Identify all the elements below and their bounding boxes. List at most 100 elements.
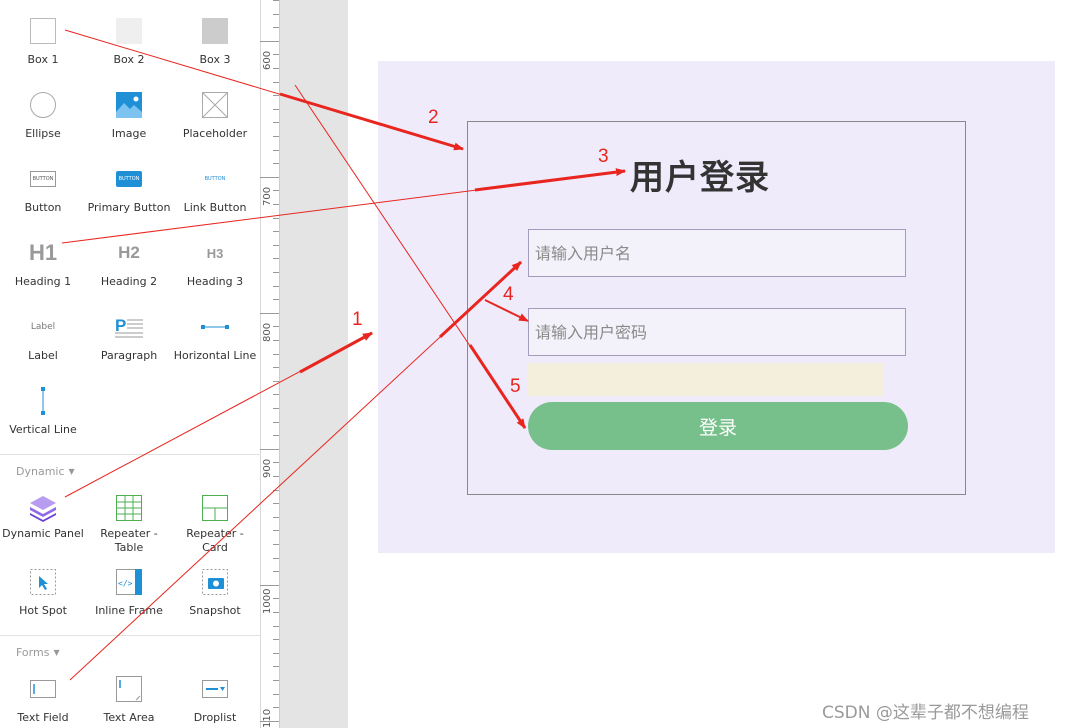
widget-label: Box 1 <box>27 53 59 66</box>
svg-text:P: P <box>115 316 126 335</box>
ruler-tick <box>273 571 279 573</box>
annotation-number-5: 5 <box>510 376 521 397</box>
widget-text-field[interactable]: Text Field <box>0 673 86 725</box>
widget-label: Horizontal Line <box>173 349 257 362</box>
widget-heading2[interactable]: H2 Heading 2 <box>86 237 172 289</box>
widget-heading1[interactable]: H1 Heading 1 <box>0 237 86 289</box>
ruler-tick <box>273 353 279 355</box>
ruler-tick <box>273 408 279 409</box>
watermark: CSDN @这辈子都不想编程 <box>822 703 1029 723</box>
section-dynamic-label: Dynamic <box>16 465 65 478</box>
password-input[interactable] <box>528 308 906 356</box>
widget-heading3[interactable]: H3 Heading 3 <box>172 237 258 289</box>
label-thumb: Label <box>30 322 56 332</box>
widget-label: Box 3 <box>199 53 231 66</box>
widget-label: Snapshot <box>189 604 241 617</box>
ruler-mark: 110 <box>262 708 273 728</box>
ruler-tick <box>273 136 279 137</box>
widget-label: Link Button <box>183 201 247 214</box>
widget-snapshot[interactable]: Snapshot <box>172 566 258 618</box>
widget-box3[interactable]: Box 3 <box>172 15 258 67</box>
login-title: 用户登录 <box>630 158 770 198</box>
ruler-tick <box>273 557 279 559</box>
ruler-tick <box>273 707 279 709</box>
widget-label: Dynamic Panel <box>2 527 84 540</box>
ruler-tick <box>273 272 279 273</box>
widget-ellipse[interactable]: Ellipse <box>0 89 86 141</box>
section-forms[interactable]: Forms ▼ <box>16 646 60 659</box>
ruler-tick <box>273 190 279 192</box>
widget-button[interactable]: BUTTON Button <box>0 163 86 215</box>
widget-dynamic-panel[interactable]: Dynamic Panel <box>0 492 86 541</box>
widget-placeholder[interactable]: Placeholder <box>172 89 258 141</box>
ruler-tick <box>273 68 279 69</box>
username-input[interactable] <box>528 229 906 277</box>
widget-vertical-line[interactable]: Vertical Line <box>0 385 86 437</box>
widget-repeater-card[interactable]: Repeater - Card <box>172 492 258 555</box>
ruler-tick <box>273 530 279 532</box>
box3-icon <box>202 18 228 44</box>
placeholder-icon <box>202 92 228 118</box>
vertical-ruler: 600 700 800 900 1000 110 <box>260 0 280 728</box>
widget-label: Ellipse <box>25 127 61 140</box>
ruler-tick <box>273 285 279 287</box>
primary-button-thumb: BUTTON <box>116 171 142 187</box>
box2-icon <box>116 18 142 44</box>
ruler-tick <box>273 244 279 246</box>
inline-frame-icon: </> <box>116 569 142 595</box>
widget-box2[interactable]: Box 2 <box>86 15 172 67</box>
annotation-number-2: 2 <box>428 107 439 128</box>
widget-inline-frame[interactable]: </> Inline Frame <box>86 566 172 618</box>
widget-box1[interactable]: Box 1 <box>0 15 86 67</box>
widget-label: Droplist <box>193 711 237 724</box>
widget-label: Heading 2 <box>100 275 158 288</box>
widget-image[interactable]: Image <box>86 89 172 141</box>
h2-thumb: H2 <box>118 243 140 262</box>
chevron-down-icon: ▼ <box>53 648 60 657</box>
ruler-tick <box>273 326 279 328</box>
widget-label-item[interactable]: Label Label <box>0 311 86 363</box>
ruler-tick <box>273 421 279 423</box>
ruler-tick <box>273 489 279 491</box>
annotation-number-1: 1 <box>352 309 363 330</box>
ruler-tick <box>273 299 279 301</box>
section-dynamic[interactable]: Dynamic ▼ <box>16 465 75 478</box>
widget-library: Box 1 Box 2 Box 3 Ellipse Image Placehol… <box>0 0 261 728</box>
widget-horizontal-line[interactable]: Horizontal Line <box>172 311 258 363</box>
widget-primary-button[interactable]: BUTTON Primary Button <box>86 163 172 215</box>
ruler-tick <box>273 394 279 396</box>
h3-thumb: H3 <box>206 245 224 261</box>
button-thumb: BUTTON <box>30 171 56 187</box>
widget-repeater-table[interactable]: Repeater - Table <box>86 492 172 555</box>
card-icon <box>202 495 228 521</box>
layers-icon <box>30 496 56 522</box>
ruler-tick <box>273 612 279 613</box>
link-button-thumb: BUTTON <box>204 176 226 182</box>
ruler-tick <box>273 516 279 518</box>
svg-text:</>: </> <box>118 579 133 588</box>
ruler-tick <box>273 27 279 29</box>
text-field-icon <box>30 680 56 698</box>
section-forms-label: Forms <box>16 646 50 659</box>
ruler-tick <box>273 258 279 260</box>
widget-link-button[interactable]: BUTTON Link Button <box>172 163 258 215</box>
droplist-icon <box>202 680 228 698</box>
widget-hot-spot[interactable]: Hot Spot <box>0 566 86 618</box>
ruler-tick <box>273 122 279 124</box>
table-icon <box>116 495 142 521</box>
widget-label: Box 2 <box>113 53 145 66</box>
h1-thumb: H1 <box>28 240 58 265</box>
horizontal-line-icon <box>201 325 229 329</box>
widget-text-area[interactable]: Text Area <box>86 673 172 725</box>
ruler-tick <box>273 108 279 110</box>
widget-paragraph[interactable]: P Paragraph <box>86 311 172 363</box>
ruler-tick <box>273 680 279 681</box>
widget-label: Primary Button <box>87 201 171 214</box>
ruler-tick <box>273 13 279 15</box>
login-button[interactable]: 登录 <box>528 402 908 450</box>
ruler-tick <box>273 231 279 233</box>
widget-droplist[interactable]: Droplist <box>172 673 258 725</box>
widget-label: Paragraph <box>100 349 158 362</box>
ruler-tick <box>273 476 279 477</box>
paragraph-icon: P <box>115 316 143 338</box>
